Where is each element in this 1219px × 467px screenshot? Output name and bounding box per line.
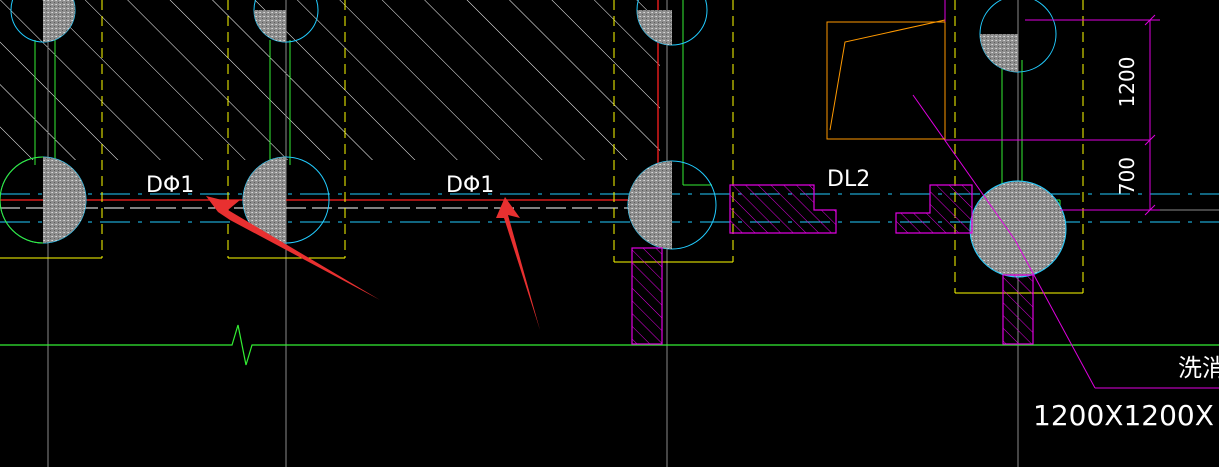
orange-detail (826, 19, 946, 140)
note-text: 洗消 (1178, 354, 1219, 382)
beam-label-3: DL2 (827, 167, 870, 192)
beam-label-2: DΦ1 (446, 173, 494, 198)
dimension-1200: 1200 (1115, 57, 1139, 108)
pile-3 (627, 160, 717, 250)
pile-4 (969, 180, 1067, 278)
dimension-700: 700 (1115, 157, 1139, 195)
size-text: 1200X1200X (1033, 399, 1214, 432)
cad-drawing: DΦ1 DΦ1 DL2 1200 700 洗消 1200X1200X (0, 0, 1219, 467)
beam-label-1: DΦ1 (146, 173, 194, 198)
magenta-walls (631, 184, 1034, 345)
break-line (0, 324, 1219, 366)
cad-viewport[interactable]: DΦ1 DΦ1 DL2 1200 700 洗消 1200X1200X (0, 0, 1219, 467)
slab-hatch (0, 0, 660, 160)
arrow-1 (206, 196, 380, 300)
arrow-2 (496, 197, 540, 330)
